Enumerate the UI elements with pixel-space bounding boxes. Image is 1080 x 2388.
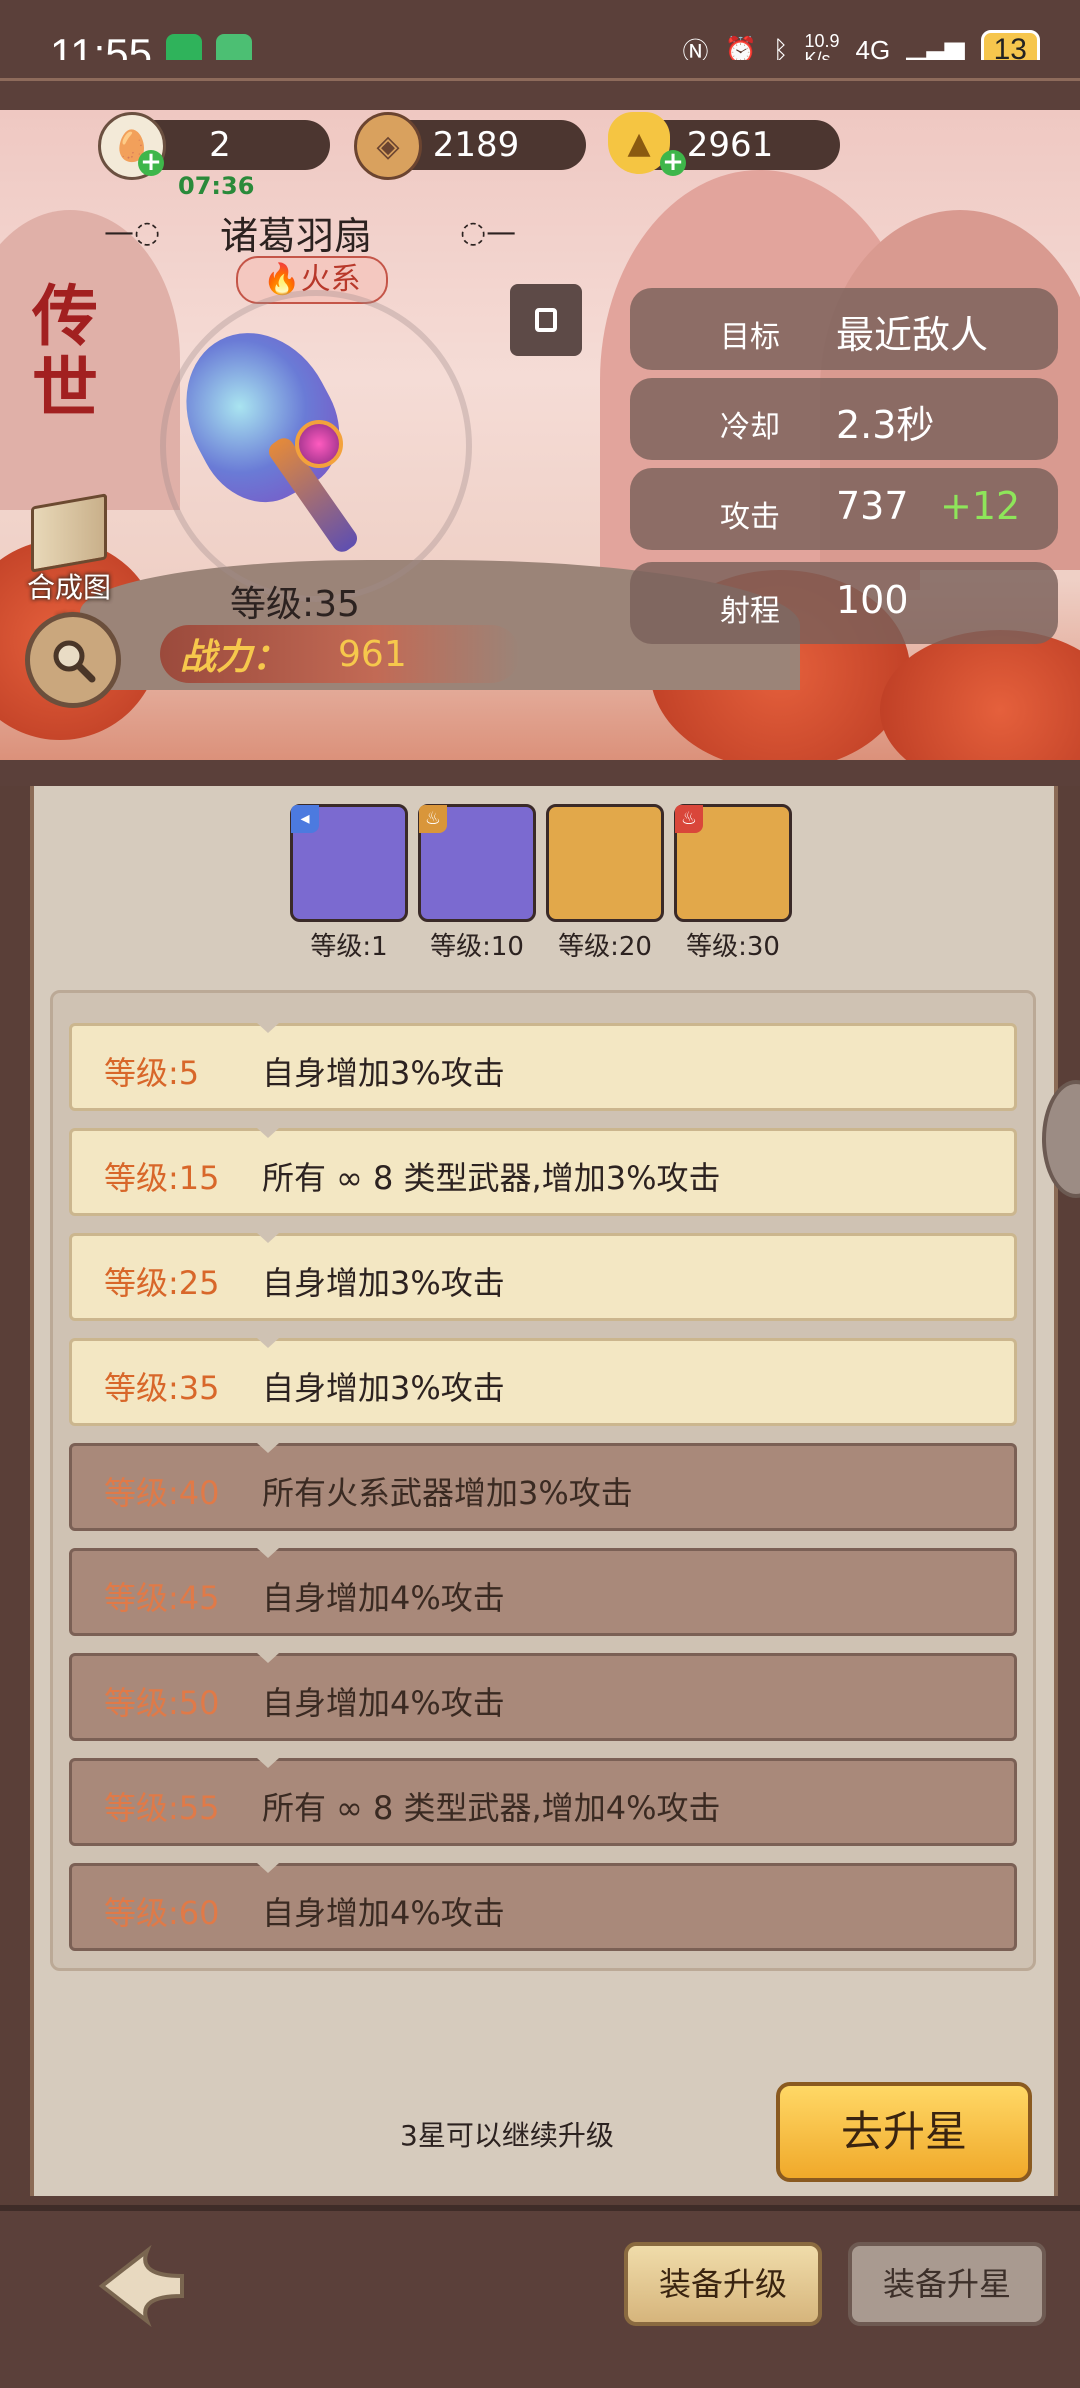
stat-bonus: +12 (940, 484, 1021, 528)
stat-key: 射程 (720, 594, 780, 629)
combat-power: 战力： 961 (160, 625, 520, 683)
go-star-up-button[interactable]: 去升星 (776, 2082, 1032, 2182)
cloud-ornament-icon: ◌— (460, 215, 517, 250)
bonus-text: 自身增加3%攻击 (262, 1369, 505, 1407)
currency-coin[interactable]: ◈ 2189 (354, 112, 586, 180)
currency-egg[interactable]: 🥚 + 2 (98, 112, 330, 180)
power-label: 战力： (180, 636, 289, 678)
skill-item[interactable]: ◂ 等级:1 (290, 804, 408, 963)
bonus-text: 所有火系武器增加3%攻击 (262, 1474, 633, 1512)
level-bonus-list[interactable]: 等级:5 自身增加3%攻击 等级:15 所有 ∞ 8 类型武器,增加3%攻击 等… (50, 990, 1036, 1971)
egg-timer: 07:36 (178, 172, 255, 200)
skill-type-icon: ◂ (291, 805, 319, 833)
bonus-row: 等级:25 自身增加3%攻击 (69, 1233, 1017, 1321)
fan-upgrade-skill-icon: ◂ (290, 804, 408, 922)
bonus-text: 自身增加3%攻击 (262, 1264, 505, 1302)
bonus-level: 等级:55 (104, 1789, 220, 1827)
bonus-level: 等级:40 (104, 1474, 220, 1512)
skill-item[interactable]: 等级:20 (546, 804, 664, 963)
bonus-text: 自身增加4%攻击 (262, 1894, 505, 1932)
bonus-text: 自身增加3%攻击 (262, 1054, 505, 1092)
tab-equip-star[interactable]: 装备升星 (848, 2242, 1046, 2326)
search-icon (53, 640, 96, 683)
weapon-type-button[interactable] (510, 284, 582, 356)
book-icon (31, 493, 107, 573)
hero-frame-bottom (0, 760, 1080, 786)
maple-tree (880, 630, 1080, 780)
back-button[interactable] (92, 2236, 192, 2336)
stat-key: 冷却 (720, 410, 780, 445)
bonus-level: 等级:60 (104, 1894, 220, 1932)
fire-icon: ♨ (675, 805, 703, 833)
stat-key: 目标 (720, 320, 780, 355)
skill-item[interactable]: ♨ 等级:10 (418, 804, 536, 963)
hero-explosion-skill-icon: ♨ (418, 804, 536, 922)
stat-value: 最近敌人 (836, 313, 989, 357)
bonus-level: 等级:25 (104, 1264, 220, 1302)
weapon-type-icon (535, 308, 557, 332)
stat-target: 目标 最近敌人 (630, 288, 1058, 370)
skill-list: ◂ 等级:1 ♨ 等级:10 等级:20 ♨ 等级:30 (290, 804, 792, 963)
skill-level: 等级:30 (686, 932, 780, 962)
bonus-level: 等级:35 (104, 1369, 220, 1407)
skill-level: 等级:10 (430, 932, 524, 962)
bonus-level: 等级:5 (104, 1054, 200, 1092)
back-arrow-icon (98, 2244, 184, 2328)
top-frame (0, 60, 1080, 81)
status-bar: 11:55 Ⓝ ⏰ ᛒ 10.9 K/s 4G ▂▄▆ 13 (0, 0, 1080, 110)
stat-attack: 攻击 737 +12 (630, 468, 1058, 550)
magnifier-button[interactable] (25, 612, 121, 708)
bonus-row: 等级:35 自身增加3%攻击 (69, 1338, 1017, 1426)
skill-level: 等级:20 (558, 932, 652, 962)
bonus-text: 所有 ∞ 8 类型武器,增加3%攻击 (262, 1159, 721, 1197)
stat-value: 100 (836, 578, 909, 622)
fire-icon: ♨ (419, 805, 447, 833)
bonus-level: 等级:45 (104, 1579, 220, 1617)
tab-equip-upgrade[interactable]: 装备升级 (624, 2242, 822, 2326)
weapon-level: 等级:35 (230, 584, 360, 625)
bonus-row-locked: 等级:45 自身增加4%攻击 (69, 1548, 1017, 1636)
hero-fire-skill-icon: ♨ (674, 804, 792, 922)
bonus-row-locked: 等级:50 自身增加4%攻击 (69, 1653, 1017, 1741)
star-hint: 3星可以继续升级 (400, 2119, 614, 2152)
add-egg-icon[interactable]: + (138, 149, 164, 176)
skill-item[interactable]: ♨ 等级:30 (674, 804, 792, 963)
skill-level: 等级:1 (310, 932, 388, 962)
stat-value: 2.3秒 (836, 403, 935, 447)
power-value: 961 (338, 633, 407, 675)
bonus-level: 等级:50 (104, 1684, 220, 1722)
weapon-name: 诸葛羽扇 (220, 214, 373, 258)
rarity-label: 传世 (32, 277, 98, 427)
bonus-row-locked: 等级:55 所有 ∞ 8 类型武器,增加4%攻击 (69, 1758, 1017, 1846)
stat-key: 攻击 (720, 500, 780, 535)
bonus-row: 等级:15 所有 ∞ 8 类型武器,增加3%攻击 (69, 1128, 1017, 1216)
bonus-row-locked: 等级:60 自身增加4%攻击 (69, 1863, 1017, 1951)
stat-value: 737 (836, 484, 909, 528)
cloud-ornament-icon: —◌ (104, 215, 161, 250)
bonus-text: 自身增加4%攻击 (262, 1579, 505, 1617)
stat-cooldown: 冷却 2.3秒 (630, 378, 1058, 460)
bonus-row-locked: 等级:40 所有火系武器增加3%攻击 (69, 1443, 1017, 1531)
currency-gold[interactable]: ▲ + 2961 (608, 112, 840, 176)
fan-gem (295, 420, 343, 468)
bonus-text: 所有 ∞ 8 类型武器,增加4%攻击 (262, 1789, 721, 1827)
bonus-text: 自身增加4%攻击 (262, 1684, 505, 1722)
explosion-skill-icon (546, 804, 664, 922)
bonus-level: 等级:15 (104, 1159, 220, 1197)
coin-icon: ◈ (354, 112, 422, 180)
add-gold-icon[interactable]: + (660, 149, 686, 176)
stat-range: 射程 100 (630, 562, 1058, 644)
bonus-row: 等级:5 自身增加3%攻击 (69, 1023, 1017, 1111)
